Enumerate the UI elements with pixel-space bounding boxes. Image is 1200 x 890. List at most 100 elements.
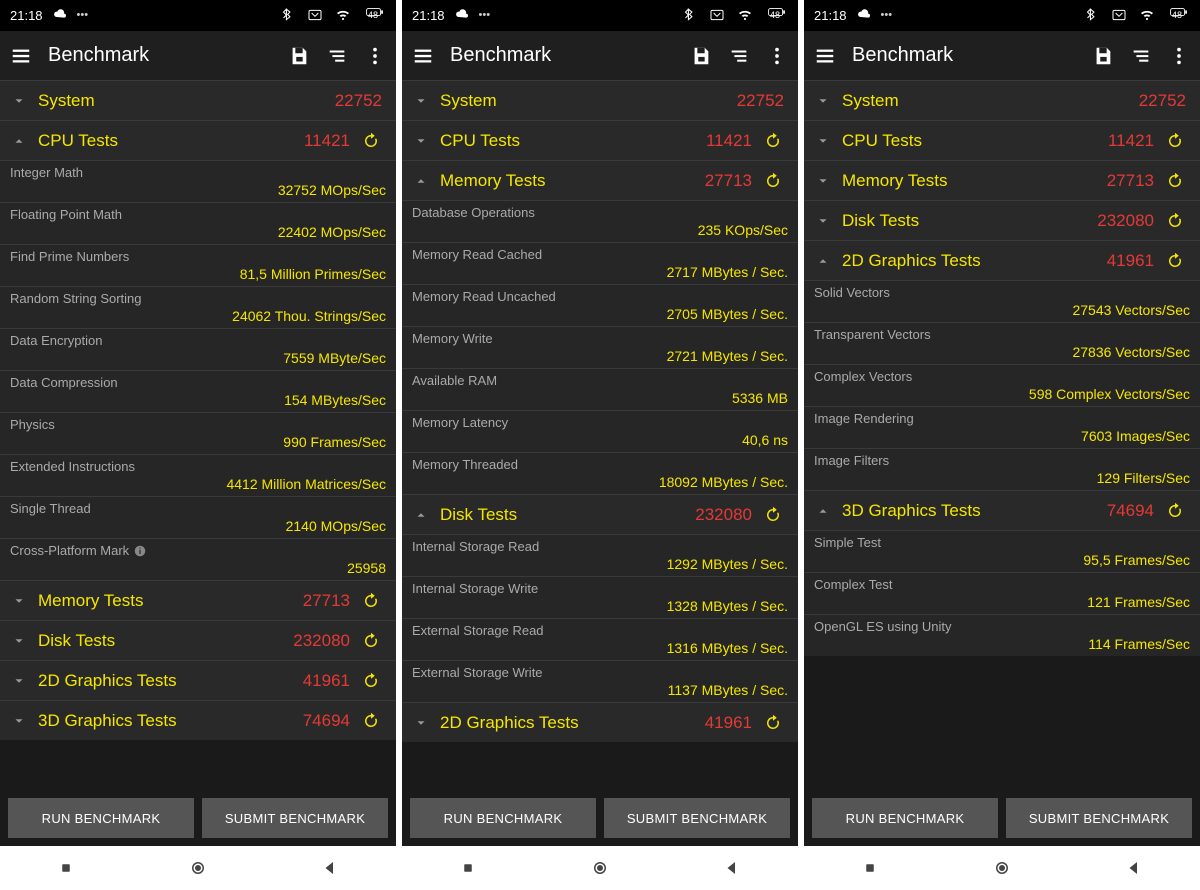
category-row[interactable]: CPU Tests 11421: [804, 120, 1200, 160]
metric-label: Complex Test: [814, 577, 1190, 592]
category-row[interactable]: System 22752: [402, 80, 798, 120]
refresh-icon[interactable]: [1164, 170, 1186, 192]
save-icon[interactable]: [690, 45, 712, 67]
more-icon[interactable]: [1168, 45, 1190, 67]
content-area[interactable]: System 22752 CPU Tests 11421 Integer Mat…: [0, 80, 396, 790]
refresh-icon[interactable]: [1164, 210, 1186, 232]
wifi-icon: [1136, 4, 1158, 26]
metric-label: Database Operations: [412, 205, 788, 220]
nav-recents-icon[interactable]: [57, 859, 75, 877]
app-bar: Benchmark: [804, 30, 1200, 80]
more-icon[interactable]: [766, 45, 788, 67]
sort-icon[interactable]: [326, 45, 348, 67]
chevron-down-icon: [816, 134, 832, 148]
category-name: Disk Tests: [440, 505, 685, 525]
metric-value: 2717 MBytes / Sec.: [412, 264, 788, 280]
category-row[interactable]: 3D Graphics Tests 74694: [804, 490, 1200, 530]
category-score: 27713: [1107, 171, 1154, 191]
category-score: 22752: [335, 91, 382, 111]
category-row[interactable]: 2D Graphics Tests 41961: [402, 702, 798, 742]
category-row[interactable]: Disk Tests 232080: [804, 200, 1200, 240]
category-row[interactable]: 2D Graphics Tests 41961: [804, 240, 1200, 280]
content-area[interactable]: System 22752 CPU Tests 11421 Memory Test…: [402, 80, 798, 790]
refresh-icon[interactable]: [762, 170, 784, 192]
metric-row: Integer Math 32752 MOps/Sec: [0, 160, 396, 202]
metric-label: Random String Sorting: [10, 291, 386, 306]
nav-back-icon[interactable]: [723, 859, 741, 877]
nav-home-icon[interactable]: [993, 859, 1011, 877]
sort-icon[interactable]: [1130, 45, 1152, 67]
refresh-icon[interactable]: [360, 130, 382, 152]
button-bar: RUN BENCHMARK SUBMIT BENCHMARK: [0, 790, 396, 846]
refresh-icon[interactable]: [360, 710, 382, 732]
metric-row: External Storage Write 1137 MBytes / Sec…: [402, 660, 798, 702]
metric-label: Solid Vectors: [814, 285, 1190, 300]
nav-recents-icon[interactable]: [861, 859, 879, 877]
category-row[interactable]: System 22752: [0, 80, 396, 120]
refresh-icon[interactable]: [762, 130, 784, 152]
nav-back-icon[interactable]: [321, 859, 339, 877]
button-bar: RUN BENCHMARK SUBMIT BENCHMARK: [804, 790, 1200, 846]
category-name: System: [38, 91, 325, 111]
category-row[interactable]: CPU Tests 11421: [402, 120, 798, 160]
refresh-icon[interactable]: [762, 712, 784, 734]
refresh-icon[interactable]: [1164, 500, 1186, 522]
submit-benchmark-button[interactable]: SUBMIT BENCHMARK: [1006, 798, 1192, 838]
metric-row: Transparent Vectors 27836 Vectors/Sec: [804, 322, 1200, 364]
refresh-icon[interactable]: [1164, 130, 1186, 152]
metric-label: Data Compression: [10, 375, 386, 390]
metric-value: 27836 Vectors/Sec: [814, 344, 1190, 360]
metric-row: Memory Threaded 18092 MBytes / Sec.: [402, 452, 798, 494]
metric-row: Complex Test 121 Frames/Sec: [804, 572, 1200, 614]
refresh-icon[interactable]: [360, 590, 382, 612]
category-row[interactable]: CPU Tests 11421: [0, 120, 396, 160]
more-icon[interactable]: [364, 45, 386, 67]
battery-icon: 48: [762, 8, 788, 22]
category-row[interactable]: 3D Graphics Tests 74694: [0, 700, 396, 740]
status-more: •••: [77, 9, 89, 21]
nav-recents-icon[interactable]: [459, 859, 477, 877]
save-icon[interactable]: [1092, 45, 1114, 67]
content-area[interactable]: System 22752 CPU Tests 11421 Memory Test…: [804, 80, 1200, 790]
info-icon[interactable]: [133, 544, 147, 558]
metric-row: Random String Sorting 24062 Thou. String…: [0, 286, 396, 328]
menu-icon[interactable]: [10, 45, 32, 67]
metric-value: 7559 MByte/Sec: [10, 350, 386, 366]
sort-icon[interactable]: [728, 45, 750, 67]
category-row[interactable]: System 22752: [804, 80, 1200, 120]
metric-row: Simple Test 95,5 Frames/Sec: [804, 530, 1200, 572]
submit-benchmark-button[interactable]: SUBMIT BENCHMARK: [202, 798, 388, 838]
category-score: 232080: [1097, 211, 1154, 231]
wifi-icon: [734, 4, 756, 26]
refresh-icon[interactable]: [360, 630, 382, 652]
run-benchmark-button[interactable]: RUN BENCHMARK: [8, 798, 194, 838]
category-name: 2D Graphics Tests: [38, 671, 293, 691]
refresh-icon[interactable]: [762, 504, 784, 526]
category-row[interactable]: Memory Tests 27713: [804, 160, 1200, 200]
menu-icon[interactable]: [412, 45, 434, 67]
category-row[interactable]: 2D Graphics Tests 41961: [0, 660, 396, 700]
category-row[interactable]: Disk Tests 232080: [0, 620, 396, 660]
refresh-icon[interactable]: [1164, 250, 1186, 272]
run-benchmark-button[interactable]: RUN BENCHMARK: [812, 798, 998, 838]
nav-back-icon[interactable]: [1125, 859, 1143, 877]
category-row[interactable]: Disk Tests 232080: [402, 494, 798, 534]
metric-label: Extended Instructions: [10, 459, 386, 474]
submit-benchmark-button[interactable]: SUBMIT BENCHMARK: [604, 798, 790, 838]
nav-home-icon[interactable]: [591, 859, 609, 877]
battery-icon: 48: [1164, 8, 1190, 22]
metric-row: Image Rendering 7603 Images/Sec: [804, 406, 1200, 448]
nav-home-icon[interactable]: [189, 859, 207, 877]
save-icon[interactable]: [288, 45, 310, 67]
category-row[interactable]: Memory Tests 27713: [0, 580, 396, 620]
run-benchmark-button[interactable]: RUN BENCHMARK: [410, 798, 596, 838]
category-name: CPU Tests: [842, 131, 1098, 151]
page-title: Benchmark: [852, 44, 1076, 67]
refresh-icon[interactable]: [360, 670, 382, 692]
metric-value: 114 Frames/Sec: [814, 636, 1190, 652]
menu-icon[interactable]: [814, 45, 836, 67]
wifi-icon: [332, 4, 354, 26]
category-row[interactable]: Memory Tests 27713: [402, 160, 798, 200]
system-nav-bar: [804, 846, 1200, 890]
metric-row: Memory Read Cached 2717 MBytes / Sec.: [402, 242, 798, 284]
